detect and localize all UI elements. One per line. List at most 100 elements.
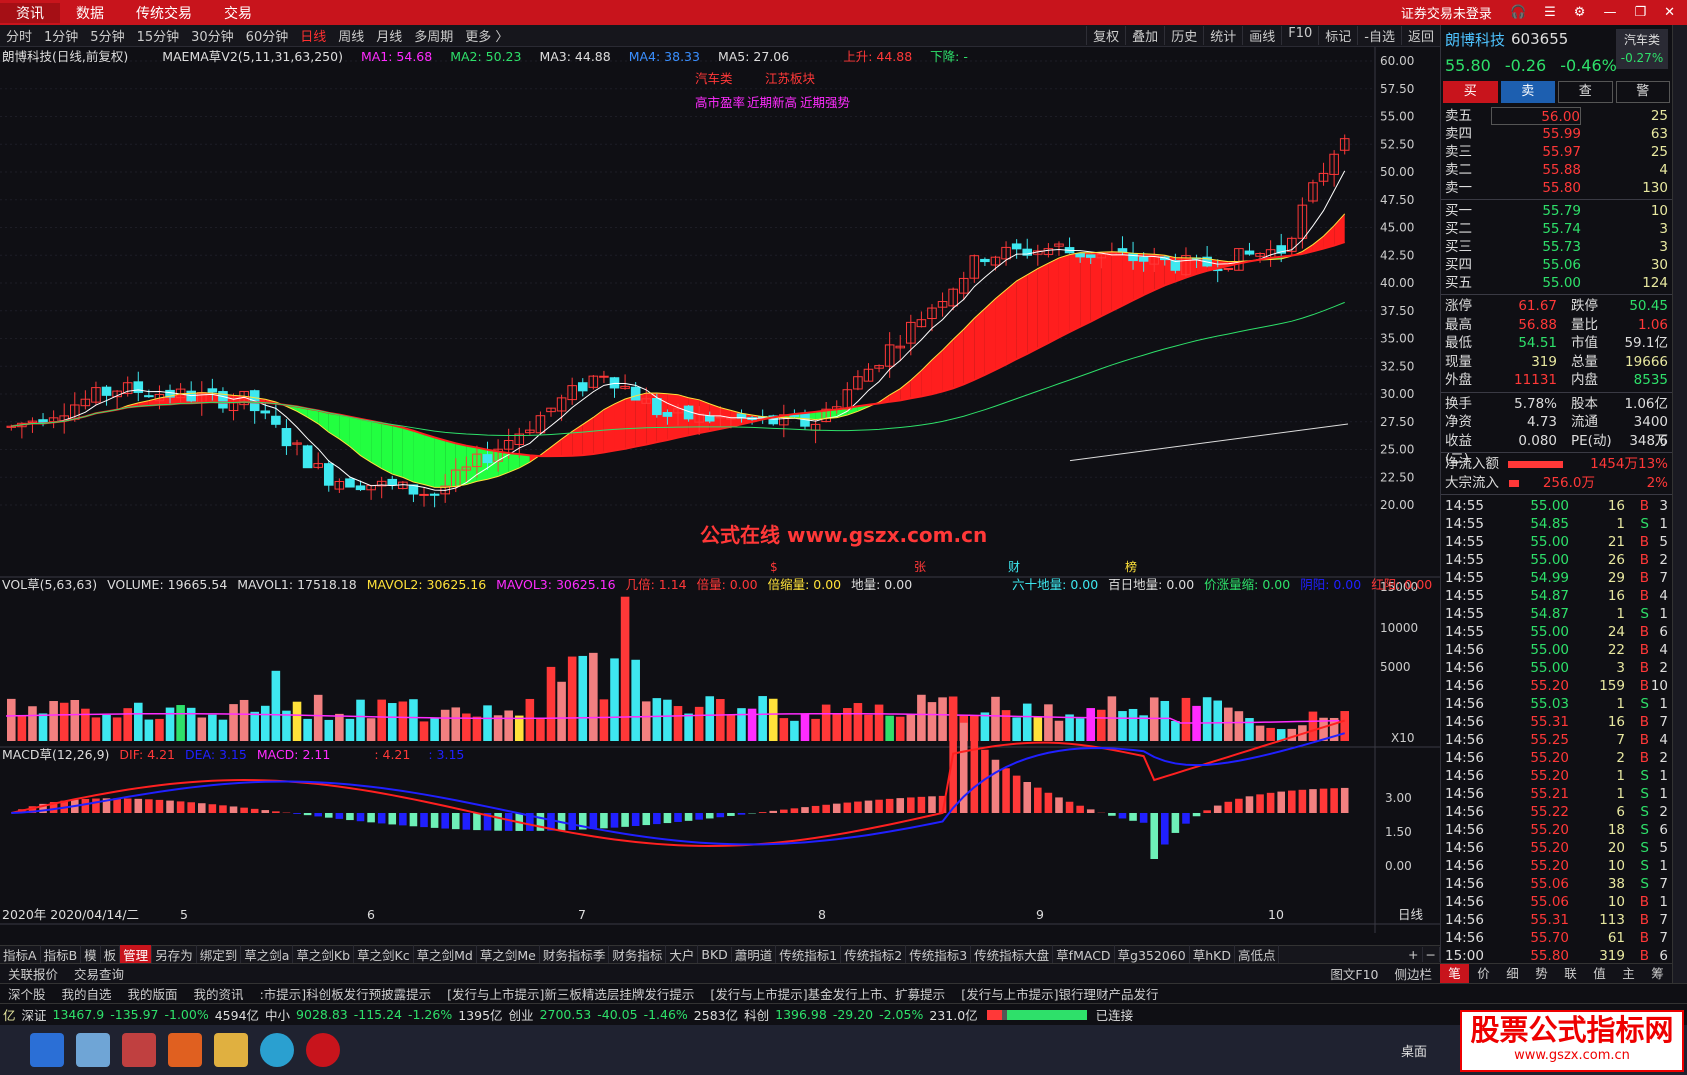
tick-row[interactable]: 14:55 54.85 1 S 1 <box>1441 515 1672 533</box>
ask-row[interactable]: 卖二 55.88 4 <box>1441 161 1672 179</box>
menu-trade[interactable]: 交易 <box>208 3 268 23</box>
tick-row[interactable]: 14:55 55.00 24 B 6 <box>1441 623 1672 641</box>
tick-row[interactable]: 14:56 55.22 6 S 2 <box>1441 803 1672 821</box>
indicator-tab[interactable]: 模 <box>81 945 101 964</box>
indicator-tab[interactable]: 大户 <box>666 945 699 964</box>
browser-icon[interactable] <box>260 1033 294 1067</box>
tick-row[interactable]: 14:56 55.20 18 S 6 <box>1441 821 1672 839</box>
tool-button[interactable]: 历史 <box>1164 26 1203 45</box>
scissors-icon[interactable] <box>122 1033 156 1067</box>
indicator-tab[interactable]: 草hKD <box>1190 945 1235 964</box>
alert-button[interactable]: 警 <box>1615 81 1670 103</box>
quote-tab[interactable]: 值 <box>1585 964 1614 983</box>
query-button[interactable]: 查 <box>1558 81 1613 103</box>
indicator-tab[interactable]: 绑定到 <box>197 945 242 964</box>
tick-row[interactable]: 14:56 55.31 113 B 7 <box>1441 911 1672 929</box>
indicator-tab[interactable]: 传统指标3 <box>906 945 972 964</box>
list-icon[interactable]: ☰ <box>1544 5 1556 20</box>
tool-button[interactable]: 画线 <box>1242 26 1281 45</box>
tick-row[interactable]: 14:56 55.20 10 S 1 <box>1441 857 1672 875</box>
bid-row[interactable]: 买四 55.06 30 <box>1441 256 1672 274</box>
indicator-tab[interactable]: 传统指标1 <box>776 945 842 964</box>
indicator-tab[interactable]: 财务指标 <box>609 945 667 964</box>
quote-tab[interactable]: 价 <box>1469 964 1498 983</box>
trading-app-icon[interactable] <box>306 1033 340 1067</box>
folder-icon[interactable] <box>214 1033 248 1067</box>
quote-tab[interactable]: 筹 <box>1643 964 1672 983</box>
indicator-tab[interactable]: 草g352060 <box>1115 945 1190 964</box>
bid-row[interactable]: 买五 55.00 124 <box>1441 274 1672 292</box>
minimize-icon[interactable]: — <box>1603 5 1616 20</box>
login-status[interactable]: 证券交易未登录 <box>1401 3 1492 22</box>
indicator-tab[interactable]: 另存为 <box>152 945 197 964</box>
period-tab[interactable]: 5分钟 <box>84 26 130 45</box>
period-tab[interactable]: 30分钟 <box>185 26 240 45</box>
ask-row[interactable]: 卖五 56.00 25 <box>1441 107 1672 125</box>
period-tab[interactable]: 分时 <box>0 26 38 45</box>
news-nav-item[interactable]: 我的版面 <box>120 984 186 1003</box>
quote-tab[interactable]: 势 <box>1527 964 1556 983</box>
tool-button[interactable]: F10 <box>1281 26 1318 45</box>
news-item[interactable]: [发行与上市提示]银行理财产品发行 <box>953 984 1166 1003</box>
indicator-tab[interactable]: 蕭明道 <box>732 945 777 964</box>
tick-row[interactable]: 14:56 55.06 10 B 1 <box>1441 893 1672 911</box>
chart-area[interactable]: 60.00 57.50 55.00 52.50 50.00 47.50 45.00 42.50… <box>0 47 1440 933</box>
period-tab[interactable]: 多周期 <box>408 26 459 45</box>
tick-row[interactable]: 14:55 54.87 16 B 4 <box>1441 587 1672 605</box>
menu-news[interactable]: 资讯 <box>0 2 60 23</box>
sell-button[interactable]: 卖 <box>1500 81 1555 103</box>
index-zx-name[interactable]: 中小 <box>262 1005 293 1024</box>
buy-button[interactable]: 买 <box>1443 81 1498 103</box>
tick-row[interactable]: 14:55 54.99 29 B 7 <box>1441 569 1672 587</box>
news-item[interactable]: [发行与上市提示]新三板精选层挂牌发行提示 <box>439 984 702 1003</box>
news-item[interactable]: [发行与上市提示]基金发行上市、扩募提示 <box>702 984 953 1003</box>
headset-icon[interactable]: 🎧 <box>1510 5 1526 20</box>
index-sz-name[interactable]: 深证 <box>19 1005 50 1024</box>
gear-icon[interactable]: ⚙ <box>1574 5 1586 20</box>
ask-row[interactable]: 卖一 55.80 130 <box>1441 179 1672 197</box>
indicator-tab[interactable]: 指标A <box>0 945 41 964</box>
index-cy-name[interactable]: 创业 <box>506 1005 537 1024</box>
news-nav-item[interactable]: 我的自选 <box>54 984 120 1003</box>
close-icon[interactable]: ✕ <box>1664 5 1675 20</box>
add-tab-button[interactable]: + <box>1405 947 1423 962</box>
indicator-tab[interactable]: 高低点 <box>1235 945 1280 964</box>
tick-row[interactable]: 14:55 55.00 26 B 2 <box>1441 551 1672 569</box>
quote-tab[interactable]: 联 <box>1556 964 1585 983</box>
indicator-tab[interactable]: 草之剑Me <box>477 945 540 964</box>
side-toolbar[interactable] <box>1672 25 1687 1055</box>
tool-button[interactable]: 标记 <box>1318 26 1357 45</box>
tick-row[interactable]: 14:55 54.87 1 S 1 <box>1441 605 1672 623</box>
period-tab[interactable]: 60分钟 <box>240 26 295 45</box>
period-tab[interactable]: 1分钟 <box>38 26 84 45</box>
bid-row[interactable]: 买三 55.73 3 <box>1441 238 1672 256</box>
indicator-tab[interactable]: 草之剑Kc <box>354 945 414 964</box>
indicator-tab[interactable]: 传统指标2 <box>841 945 907 964</box>
tool-button[interactable]: 复权 <box>1086 26 1125 45</box>
tick-row[interactable]: 14:55 55.00 21 B 5 <box>1441 533 1672 551</box>
quote-tab[interactable]: 笔 <box>1440 964 1469 983</box>
tool-button[interactable]: -自选 <box>1357 26 1401 45</box>
ask-row[interactable]: 卖四 55.99 63 <box>1441 125 1672 143</box>
tick-row[interactable]: 14:56 55.20 1 S 1 <box>1441 767 1672 785</box>
tool-button[interactable]: 叠加 <box>1125 26 1164 45</box>
tick-row[interactable]: 14:56 55.20 2 B 2 <box>1441 749 1672 767</box>
maximize-icon[interactable]: ❐ <box>1634 5 1646 20</box>
menu-trade-classic[interactable]: 传统交易 <box>120 3 208 23</box>
indicator-tab[interactable]: 草fMACD <box>1053 945 1115 964</box>
tick-row[interactable]: 14:56 55.03 1 S 1 <box>1441 695 1672 713</box>
calendar-icon[interactable] <box>30 1033 64 1067</box>
index-kc-name[interactable]: 科创 <box>741 1005 772 1024</box>
menu-data[interactable]: 数据 <box>60 3 120 23</box>
picture-icon[interactable] <box>76 1033 110 1067</box>
related-quote-tab[interactable]: 关联报价 <box>0 964 66 983</box>
news-nav-item[interactable]: 我的资讯 <box>186 984 252 1003</box>
tick-row[interactable]: 14:55 55.00 16 B 3 <box>1441 497 1672 515</box>
period-tab[interactable]: 周线 <box>332 26 370 45</box>
indicator-tab[interactable]: 财务指标季 <box>540 945 610 964</box>
indicator-tab[interactable]: 草之剑Kb <box>293 945 355 964</box>
tick-row[interactable]: 14:56 55.21 1 S 1 <box>1441 785 1672 803</box>
indicator-tab[interactable]: 板 <box>101 945 121 964</box>
tick-list[interactable]: 14:55 55.00 16 B 3 14:55 54.85 1 S 1 14:55 55.00 21 B… <box>1441 497 1672 965</box>
tick-row[interactable]: 14:56 55.06 38 S 7 <box>1441 875 1672 893</box>
